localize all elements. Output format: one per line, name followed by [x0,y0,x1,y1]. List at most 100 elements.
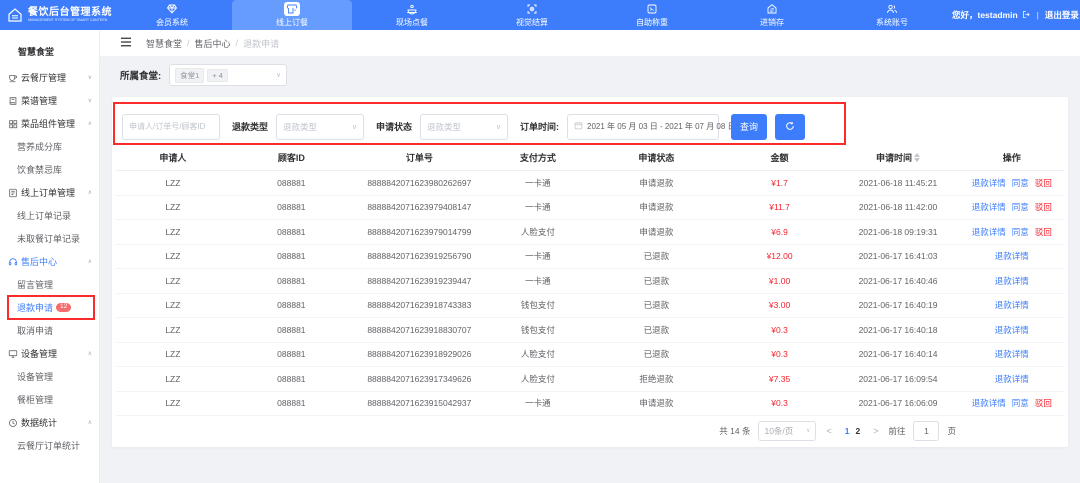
action-link[interactable]: 退款详情 [972,397,1006,409]
cell-applicant: LZZ [116,374,230,384]
sidebar-item-device-mgmt-sub[interactable]: 设备管理 [0,365,99,388]
nav-item-onsite-ordering[interactable]: 现场点餐 [352,0,472,30]
action-link[interactable]: 退款详情 [972,177,1006,189]
page-number-1[interactable]: 1 [842,426,853,436]
action-link[interactable]: 同意 [1012,226,1029,238]
sort-icon[interactable] [914,153,920,162]
cell-status: 已退款 [590,250,723,262]
page-size-select[interactable]: 10条/页 ∨ [758,421,816,441]
sidebar-section-data-statistics[interactable]: 数据统计∧ [0,411,99,434]
nav-item-inventory[interactable]: 进销存 [712,0,832,30]
nav-item-member-system[interactable]: 会员系统 [112,0,232,30]
sidebar-section-label: 售后中心 [21,255,57,268]
sidebar-section-cloud-canteen-mgmt[interactable]: 云餐厅管理∨ [0,66,99,89]
sidebar-item-nutrition-library[interactable]: 营养成分库 [0,135,99,158]
sidebar-item-online-order-records[interactable]: 线上订单记录 [0,204,99,227]
cell-customer-id: 088881 [230,178,353,188]
stats-icon [8,418,18,428]
nav-item-system-account[interactable]: 系统账号 [832,0,952,30]
nav-item-self-weighing[interactable]: 自助称重 [592,0,712,30]
cell-amount: ¥0.3 [723,349,837,359]
canteen-select[interactable]: 食堂1 + 4 ∨ [169,64,287,86]
sidebar-section-online-order-mgmt[interactable]: 线上订单管理∧ [0,181,99,204]
action-link[interactable]: 退款详情 [995,348,1029,360]
cell-order-no: 8888842071623915042937 [353,398,486,408]
sidebar-item-label: 线上订单记录 [17,209,71,222]
filter-toolbar: 退款类型 退款类型 ∨ 申请状态 退款类型 ∨ 订单时间: 2021 年 05 … [112,97,1068,145]
sidebar-item-unclaimed-meal-records[interactable]: 未取餐订单记录 [0,227,99,250]
refund-type-select[interactable]: 退款类型 ∨ [276,114,364,140]
action-link[interactable]: 退款详情 [995,299,1029,311]
breadcrumb-item[interactable]: 智慧食堂 [146,37,182,50]
column-header: 顾客ID [230,151,353,164]
device-icon [8,349,18,359]
column-header: 申请人 [116,151,230,164]
column-header: 操作 [960,151,1064,164]
app-logo-icon [6,6,24,24]
page-number-2[interactable]: 2 [852,426,863,436]
action-link[interactable]: 同意 [1012,177,1029,189]
sidebar-item-cloud-canteen-order-stats[interactable]: 云餐厅订单统计 [0,434,99,457]
nav-item-label: 进销存 [760,17,784,28]
nav-item-online-ordering[interactable]: 线上订餐 [232,0,352,30]
action-link[interactable]: 驳回 [1035,177,1052,189]
search-input[interactable] [122,114,220,140]
users-icon [886,3,899,16]
cell-status: 已退款 [590,299,723,311]
cell-applicant: LZZ [116,178,230,188]
action-link[interactable]: 退款详情 [995,250,1029,262]
collapse-menu-icon[interactable] [120,34,132,52]
action-link[interactable]: 退款详情 [972,226,1006,238]
refresh-button[interactable] [775,114,805,140]
action-link[interactable]: 同意 [1012,397,1029,409]
cell-customer-id: 088881 [230,251,353,261]
cell-time: 2021-06-17 16:40:14 [836,349,959,359]
sidebar-section-recipe-mgmt[interactable]: 菜谱管理∨ [0,89,99,112]
cell-time: 2021-06-18 11:42:00 [836,202,959,212]
logout-button[interactable]: 退出登录 [1045,9,1079,21]
cell-applicant: LZZ [116,202,230,212]
sidebar-item-refund-request[interactable]: 退款申请12 [0,296,99,319]
sidebar-section-aftersales-center[interactable]: 售后中心∧ [0,250,99,273]
goto-page-input[interactable] [913,421,939,441]
status-select[interactable]: 退款类型 ∨ [420,114,508,140]
page-numbers: 12 [842,426,863,436]
sidebar-item-label: 设备管理 [17,370,53,383]
column-header[interactable]: 申请时间 [836,151,959,164]
action-link[interactable]: 退款详情 [995,373,1029,385]
sidebar-item-cabinet-mgmt[interactable]: 餐柜管理 [0,388,99,411]
cell-actions: 退款详情同意驳回 [960,226,1064,238]
cell-status: 拒绝退款 [590,373,723,385]
sidebar-item-cancel-request[interactable]: 取消申请 [0,319,99,342]
prev-page-button[interactable]: < [824,426,833,436]
breadcrumb-item[interactable]: 售后中心 [195,37,231,50]
column-header: 金额 [723,151,837,164]
date-range-picker[interactable]: 2021 年 05 月 03 日 - 2021 年 07 月 08 日 [567,114,719,140]
next-page-button[interactable]: > [871,426,880,436]
cell-status: 已退款 [590,348,723,360]
table-row: LZZ0888818888842071623919239447一卡通已退款¥1.… [116,269,1064,294]
sidebar-item-diet-taboo-library[interactable]: 饮食禁忌库 [0,158,99,181]
canteen-filter-row: 所属食堂: 食堂1 + 4 ∨ [120,64,287,86]
cell-pay-method: 钱包支付 [486,299,590,311]
calendar-icon [574,121,583,132]
sidebar: 智慧食堂 云餐厅管理∨菜谱管理∨菜品组件管理∧营养成分库饮食禁忌库线上订单管理∧… [0,30,100,483]
cell-actions: 退款详情 [960,299,1064,311]
sidebar-item-message-mgmt[interactable]: 留言管理 [0,273,99,296]
action-link[interactable]: 驳回 [1035,397,1052,409]
nav-item-vision-checkout[interactable]: 视觉结算 [472,0,592,30]
chevron-down-icon: ∨ [88,97,92,104]
action-link[interactable]: 退款详情 [995,275,1029,287]
query-button[interactable]: 查询 [731,114,767,140]
action-link[interactable]: 同意 [1012,201,1029,213]
chevron-up-icon: ∧ [88,120,92,127]
sidebar-section-dish-component-mgmt[interactable]: 菜品组件管理∧ [0,112,99,135]
action-link[interactable]: 退款详情 [995,324,1029,336]
action-link[interactable]: 驳回 [1035,201,1052,213]
action-link[interactable]: 驳回 [1035,226,1052,238]
logout-icon [1022,10,1031,21]
sidebar-item-label: 未取餐订单记录 [17,232,80,245]
sidebar-item-label: 留言管理 [17,278,53,291]
action-link[interactable]: 退款详情 [972,201,1006,213]
sidebar-section-device-mgmt[interactable]: 设备管理∧ [0,342,99,365]
